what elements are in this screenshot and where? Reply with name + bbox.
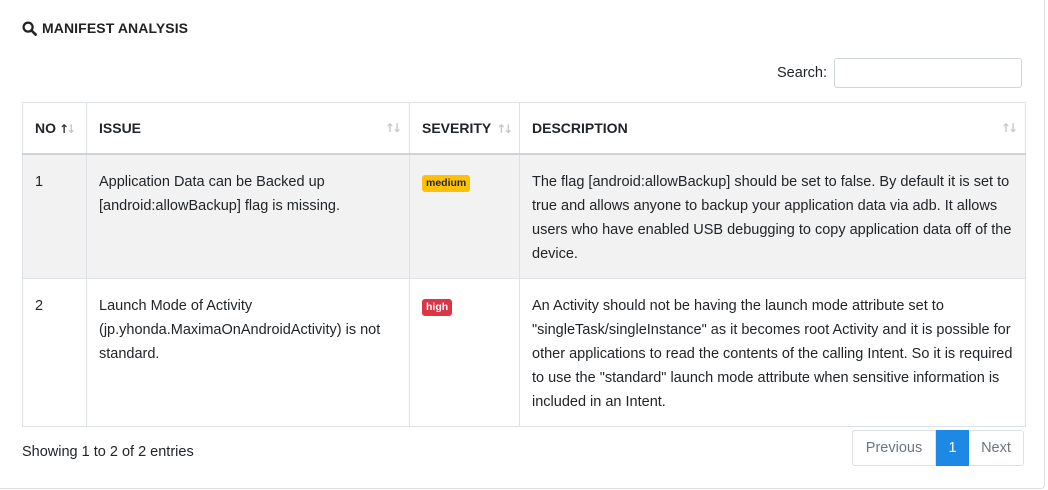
- table-header-row: NO ↑↓ ISSUE ↑↓ SEVERITY ↑↓ DESCRIPTION ↑↓: [22, 102, 1026, 155]
- sort-ascending-icon: ↑↓: [59, 121, 76, 136]
- search-label: Search:: [777, 65, 827, 81]
- section-title: MANIFEST ANALYSIS: [22, 20, 188, 36]
- search-icon: [22, 20, 37, 36]
- table-info: Showing 1 to 2 of 2 entries: [22, 444, 194, 460]
- column-header-no[interactable]: NO ↑↓: [22, 102, 87, 155]
- column-header-issue[interactable]: ISSUE ↑↓: [86, 102, 410, 155]
- severity-badge: medium: [422, 174, 471, 192]
- pagination: Previous 1 Next: [852, 430, 1024, 466]
- sort-icon: ↑↓: [384, 120, 402, 135]
- manifest-analysis-card: MANIFEST ANALYSIS Search: NO ↑↓ ISSUE ↑↓ S…: [0, 0, 1045, 489]
- cell-no: 1: [22, 153, 87, 279]
- search-box: Search:: [777, 58, 1022, 88]
- next-page-button[interactable]: Next: [969, 430, 1024, 466]
- column-header-description[interactable]: DESCRIPTION ↑↓: [519, 102, 1026, 155]
- cell-severity: high: [409, 277, 520, 427]
- table-row: 2 Launch Mode of Activity (jp.yhonda.Max…: [22, 277, 1026, 427]
- cell-issue: Launch Mode of Activity (jp.yhonda.Maxim…: [86, 277, 410, 427]
- table-row: 1 Application Data can be Backed up [and…: [22, 153, 1026, 279]
- cell-issue: Application Data can be Backed up [andro…: [86, 153, 410, 279]
- search-input[interactable]: [834, 58, 1022, 88]
- cell-no: 2: [22, 277, 87, 427]
- cell-severity: medium: [409, 153, 520, 279]
- column-header-severity[interactable]: SEVERITY ↑↓: [409, 102, 520, 155]
- page-1-button[interactable]: 1: [936, 430, 969, 466]
- previous-page-button[interactable]: Previous: [852, 430, 936, 466]
- severity-badge: high: [422, 298, 453, 316]
- section-title-text: MANIFEST ANALYSIS: [42, 20, 189, 36]
- cell-description: An Activity should not be having the lau…: [519, 277, 1026, 427]
- manifest-table: NO ↑↓ ISSUE ↑↓ SEVERITY ↑↓ DESCRIPTION ↑↓ 1 …: [22, 102, 1026, 427]
- sort-icon: ↑↓: [1000, 120, 1018, 135]
- cell-description: The flag [android:allowBackup] should be…: [519, 153, 1026, 279]
- sort-icon: ↑↓: [496, 121, 513, 136]
